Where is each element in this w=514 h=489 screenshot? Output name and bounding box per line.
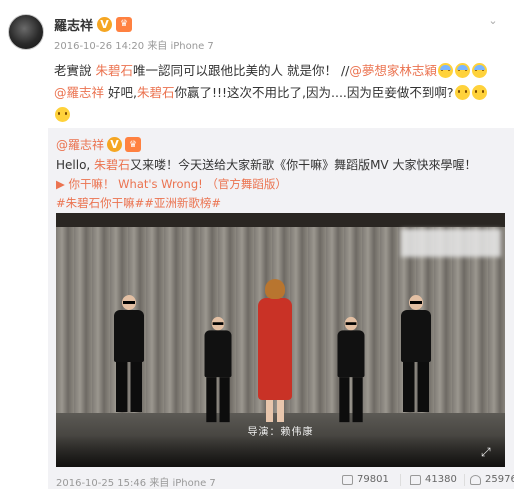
post-text: 老實說 [54, 63, 96, 78]
comment-count-button[interactable]: 41380 [410, 474, 457, 485]
video-overlay-bar [56, 435, 505, 467]
blurred-watermark [401, 229, 501, 257]
mention-link[interactable]: @夢想家林志穎 [349, 63, 437, 78]
topic-link[interactable]: #亚洲新歌榜# [144, 196, 221, 210]
post-text: 好吧, [104, 85, 137, 100]
repost-timestamp[interactable]: 2016-10-25 15:46 来自 iPhone 7 [56, 474, 216, 489]
emoji-icon [471, 85, 487, 100]
post-source: 来自 iPhone 7 [147, 41, 214, 52]
username[interactable]: 羅志祥 [54, 15, 93, 34]
comment-icon [410, 474, 421, 485]
crown-badge-icon: ♛ [116, 16, 133, 32]
dancer [401, 295, 431, 412]
mention-link[interactable]: @羅志祥 [54, 85, 104, 100]
crown-badge-icon: ♛ [125, 137, 142, 152]
repost-source: 来自 iPhone 7 [149, 478, 216, 489]
emoji-icon [454, 85, 470, 100]
dancer [114, 295, 144, 412]
chevron-down-icon[interactable]: ⌄ [486, 14, 500, 28]
repost-text: Hello, 朱碧石又来喽！今天送给大家新歌《你干嘛》舞蹈版MV 大家快來學喔！… [56, 156, 506, 213]
repost-timestamp-text: 2016-10-25 15:46 [56, 478, 147, 489]
verified-badge-icon: V [97, 16, 113, 32]
repost-author-row: @羅志祥 V ♛ [56, 136, 142, 153]
repost-icon [342, 474, 353, 485]
like-icon [470, 474, 481, 485]
post-meta: 2016-10-26 14:20 来自 iPhone 7 [54, 37, 214, 52]
emoji-icon [471, 63, 487, 78]
video-frame-top [56, 213, 505, 227]
video-link-label: 你干嘛！ What's Wrong! （官方舞蹈版） [68, 177, 287, 191]
repost-count-button[interactable]: 79801 [342, 474, 389, 485]
video-link[interactable]: ▶ 你干嘛！ What's Wrong! （官方舞蹈版） [56, 177, 287, 191]
post-content: 老實說 朱碧石唯一認同可以跟他比美的人 就是你！ //@夢想家林志穎 @羅志祥 … [54, 60, 506, 126]
emoji-icon [55, 107, 70, 122]
dancer [204, 316, 232, 423]
mention-link[interactable]: 朱碧石 [95, 63, 133, 78]
post-timestamp[interactable]: 2016-10-26 14:20 [54, 41, 144, 52]
divider [400, 474, 401, 486]
dancer [337, 316, 365, 423]
avatar[interactable] [8, 14, 44, 50]
topic-link[interactable]: #朱碧石你干嘛# [56, 196, 144, 210]
repost-count: 79801 [357, 474, 389, 485]
post-text: 唯一認同可以跟他比美的人 就是你！ [133, 63, 337, 78]
repost-footer: 2016-10-25 15:46 来自 iPhone 7 79801 41380… [56, 472, 514, 489]
video-caption: 导演：赖伟康 [247, 427, 314, 438]
mention-link[interactable]: 朱碧石 [137, 85, 175, 100]
emoji-icon [454, 63, 470, 78]
emoji-icon [437, 63, 453, 78]
dancer [258, 279, 292, 422]
repost-text-prefix: Hello, [56, 158, 95, 172]
divider [464, 474, 465, 486]
like-count: 259769 [485, 474, 514, 485]
like-count-button[interactable]: 259769 [470, 474, 514, 485]
mention-link[interactable]: 朱碧石 [94, 158, 130, 172]
weibo-post: 羅志祥 V ♛ 2016-10-26 14:20 来自 iPhone 7 ⌄ 老… [0, 0, 514, 489]
verified-badge-icon: V [107, 137, 123, 152]
post-text: 你赢了!!!这次不用比了,因为....因为臣妾做不到啊? [174, 85, 454, 100]
username-row: 羅志祥 V ♛ [54, 14, 133, 34]
repost-author[interactable]: @羅志祥 [56, 136, 104, 153]
reposted-card: @羅志祥 V ♛ Hello, 朱碧石又来喽！今天送给大家新歌《你干嘛》舞蹈版M… [48, 128, 514, 489]
video-player[interactable]: 导演：赖伟康 ⤢ [56, 213, 505, 467]
fullscreen-icon[interactable]: ⤢ [481, 445, 495, 459]
repost-text-body: 又来喽！今天送给大家新歌《你干嘛》舞蹈版MV 大家快來學喔！ [130, 158, 477, 172]
comment-count: 41380 [425, 474, 457, 485]
